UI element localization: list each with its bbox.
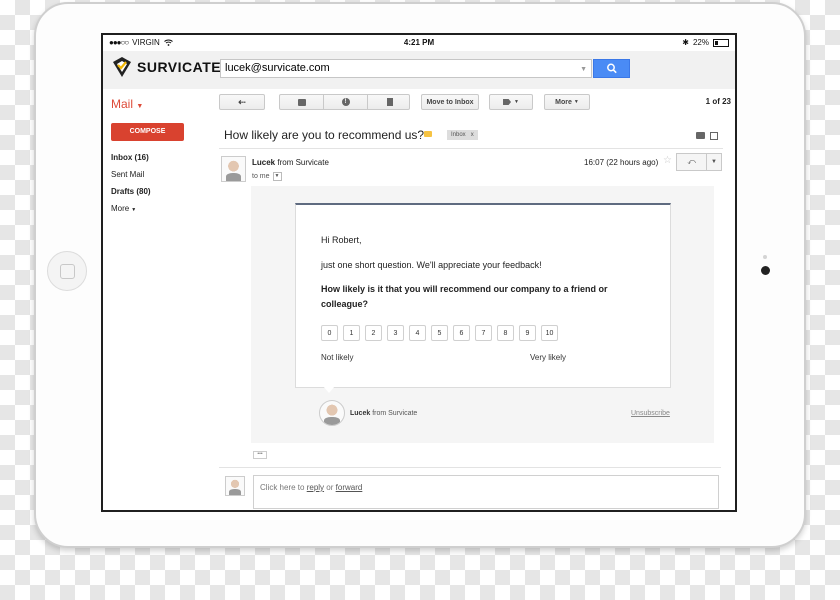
- nps-score-8[interactable]: 8: [497, 325, 514, 341]
- status-bar: ●●●○○ VIRGIN 4:21 PM ✱ 22%: [103, 35, 735, 51]
- more-actions-button[interactable]: More ▼: [544, 94, 590, 110]
- delete-button[interactable]: [368, 95, 411, 109]
- label-icon: [503, 99, 512, 105]
- message-time: 16:07 (22 hours ago): [584, 158, 659, 167]
- intro-text: just one short question. We'll appreciat…: [321, 260, 542, 270]
- card-pointer: [323, 386, 335, 393]
- reply-link[interactable]: reply: [307, 483, 324, 492]
- bluetooth-icon: ✱: [682, 38, 689, 47]
- nps-score-7[interactable]: 7: [475, 325, 492, 341]
- survey-card: Hi Robert, just one short question. We'l…: [295, 203, 671, 388]
- tablet-screen: ●●●○○ VIRGIN 4:21 PM ✱ 22% SURVICATE luc…: [101, 33, 737, 512]
- folder-icon: [424, 131, 432, 137]
- recipient-label: to me: [252, 173, 270, 180]
- search-value: lucek@survicate.com: [225, 62, 330, 74]
- footer-avatar: [319, 400, 345, 426]
- report-spam-button[interactable]: !: [324, 95, 368, 109]
- search-button[interactable]: [593, 59, 630, 78]
- camera: [761, 266, 770, 275]
- recipient: to me ▼: [252, 172, 282, 181]
- survey-question: How likely is it that you will recommend…: [321, 284, 608, 309]
- nps-score-5[interactable]: 5: [431, 325, 448, 341]
- search-icon: [607, 63, 617, 74]
- move-to-inbox-button[interactable]: Move to Inbox: [421, 94, 479, 110]
- reply-or: or: [326, 483, 334, 492]
- archive-icon: [297, 98, 306, 106]
- inbox-label-tag[interactable]: Inbox x: [447, 130, 478, 140]
- sender-suffix: from Survicate: [277, 158, 329, 167]
- sender: Lucek from Survicate: [252, 158, 329, 167]
- scale-low-label: Not likely: [321, 353, 354, 362]
- trash-icon: [386, 98, 393, 106]
- nps-score-9[interactable]: 9: [519, 325, 536, 341]
- show-details-icon[interactable]: ▼: [272, 172, 282, 181]
- app-header: SURVICATE lucek@survicate.com ▼: [103, 51, 735, 89]
- nps-score-10[interactable]: 10: [541, 325, 558, 341]
- compose-button[interactable]: COMPOSE: [111, 123, 184, 141]
- divider: [219, 467, 721, 468]
- nps-score-6[interactable]: 6: [453, 325, 470, 341]
- greeting: Hi Robert,: [321, 235, 362, 245]
- more-actions-label: More: [555, 98, 572, 106]
- battery-percent: 22%: [692, 38, 709, 47]
- pagination-count: 1 of 23: [705, 97, 731, 106]
- mail-menu[interactable]: Mail ▼: [111, 97, 143, 111]
- sidebar-item-more[interactable]: More ▼: [111, 204, 136, 213]
- show-trimmed-content-button[interactable]: •••: [253, 451, 267, 459]
- reply-icon[interactable]: ⤺: [677, 154, 706, 170]
- footer-sender-suffix: from Survicate: [372, 410, 418, 417]
- survey-footer-sender: Lucek from Survicate: [350, 410, 417, 417]
- message-subject: How likely are you to recommend us?: [224, 128, 425, 142]
- sidebar-item-drafts[interactable]: Drafts (80): [111, 187, 151, 196]
- quick-reply-box[interactable]: Click here to reply or forward: [253, 475, 719, 509]
- nps-score-0[interactable]: 0: [321, 325, 338, 341]
- forward-link[interactable]: forward: [336, 483, 363, 492]
- home-button[interactable]: [47, 251, 87, 291]
- sidebar-item-sent[interactable]: Sent Mail: [111, 170, 144, 179]
- chevron-down-icon: ▼: [136, 103, 144, 110]
- labels-button[interactable]: ▼: [489, 94, 533, 110]
- brand-logo[interactable]: SURVICATE: [111, 56, 221, 78]
- chevron-down-icon: ▼: [131, 207, 137, 213]
- battery-icon: [713, 38, 729, 47]
- sidebar-item-inbox[interactable]: Inbox (16): [111, 153, 149, 162]
- reply-button[interactable]: ⤺ ▼: [676, 153, 722, 171]
- sender-avatar: [221, 156, 246, 182]
- search-input[interactable]: lucek@survicate.com ▼: [220, 59, 592, 78]
- nps-score-1[interactable]: 1: [343, 325, 360, 341]
- status-time: 4:21 PM: [403, 38, 435, 47]
- back-button[interactable]: ⇠: [219, 94, 265, 110]
- inbox-tag-label: Inbox: [451, 132, 466, 138]
- scale-high-label: Very likely: [530, 353, 567, 362]
- back-arrow-icon: ⇠: [238, 96, 246, 107]
- footer-sender-name: Lucek: [350, 410, 371, 417]
- search-options-icon[interactable]: ▼: [580, 62, 587, 77]
- reply-options-icon[interactable]: ▼: [706, 154, 721, 170]
- archive-button[interactable]: [280, 95, 324, 109]
- survicate-logo-icon: [113, 57, 131, 77]
- chevron-down-icon: ▼: [514, 99, 519, 105]
- sidebar-more-label: More: [111, 204, 130, 213]
- remove-label-icon[interactable]: x: [471, 132, 474, 138]
- brand-name: SURVICATE: [137, 59, 222, 75]
- divider: [219, 148, 723, 149]
- mail-menu-label: Mail: [111, 97, 134, 111]
- reply-prompt: Click here to: [260, 483, 305, 492]
- spam-icon: !: [341, 98, 350, 106]
- message-actions-group: !: [279, 94, 410, 110]
- unsubscribe-link[interactable]: Unsubscribe: [631, 410, 670, 417]
- chevron-down-icon: ▼: [573, 99, 579, 105]
- star-icon[interactable]: ☆: [663, 155, 672, 166]
- user-avatar: [225, 476, 245, 496]
- print-icon[interactable]: [696, 132, 705, 139]
- sender-name: Lucek: [252, 158, 276, 167]
- popout-icon[interactable]: [710, 132, 718, 140]
- nps-score-4[interactable]: 4: [409, 325, 426, 341]
- nps-score-2[interactable]: 2: [365, 325, 382, 341]
- light-sensor: [763, 255, 767, 259]
- nps-score-3[interactable]: 3: [387, 325, 404, 341]
- nps-scale: 0 1 2 3 4 5 6 7 8 9 10: [321, 325, 558, 341]
